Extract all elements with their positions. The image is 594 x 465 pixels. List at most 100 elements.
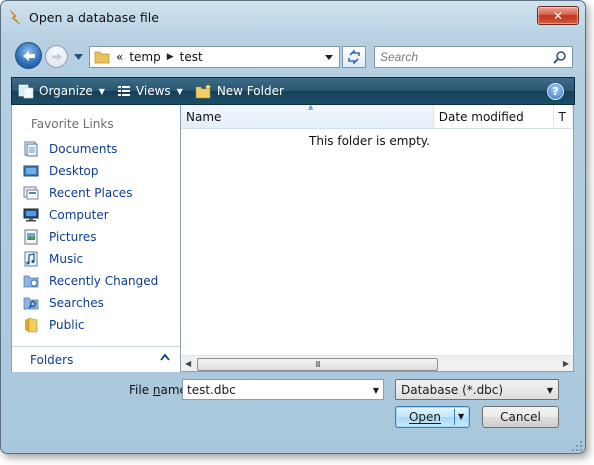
sidebar-item-desktop[interactable]: Desktop [22,160,158,182]
views-icon [117,86,130,96]
window-title: Open a database file [29,10,159,25]
navigation-row: « temp ▶ test [1,39,585,73]
search-icon [553,51,566,64]
sort-ascending-icon: ▲ [308,105,314,111]
scroll-left-icon[interactable]: ◀ [185,359,191,368]
app-bolt-icon [9,9,21,25]
search-input[interactable] [380,50,540,64]
sidebar-item-label: Searches [49,296,104,310]
command-toolbar: Organize ▼ Views ▼ New Folder ? [11,77,575,105]
sidebar-item-label: Documents [49,142,118,156]
sidebar-item-searches[interactable]: Searches [22,292,158,314]
organize-label: Organize [39,84,93,98]
chevron-down-icon: ▼ [176,86,183,96]
sidebar-item-label: Recent Places [49,186,133,200]
column-header-type[interactable]: T [554,105,573,128]
breadcrumb-test[interactable]: test [180,50,203,64]
open-label[interactable]: Open [396,410,454,424]
chevron-up-icon [160,353,170,361]
sidebar-item-pictures[interactable]: Pictures [22,226,158,248]
favorite-links-heading: Favorite Links [31,117,114,131]
sidebar-item-label: Computer [49,208,109,222]
arrow-left-icon [22,50,35,61]
file-type-value: Database (*.dbc) [401,382,504,397]
cancel-label: Cancel [500,410,541,424]
sidebar-item-label: Public [49,318,85,332]
breadcrumb-overflow[interactable]: « [116,50,123,64]
views-button[interactable]: Views ▼ [111,78,189,104]
sidebar-item-public[interactable]: Public [22,314,158,336]
new-folder-label: New Folder [216,84,284,98]
sidebar-item-documents[interactable]: Documents [22,138,158,160]
organize-icon [18,84,34,99]
chevron-down-icon[interactable]: ▼ [373,386,379,395]
scrollbar-thumb[interactable]: III [197,358,438,371]
chevron-down-icon [325,54,333,60]
pictures-icon [22,229,39,245]
sidebar-item-label: Desktop [49,164,99,178]
search-box[interactable] [374,46,573,68]
recently-changed-icon [22,273,39,289]
desktop-icon [22,163,39,179]
sidebar-item-recent-places[interactable]: Recent Places [22,182,158,204]
searches-icon [22,295,39,311]
address-dropdown[interactable] [322,50,336,64]
title-bar: Open a database file ✕ [1,1,585,35]
arrow-right-icon [51,52,62,61]
close-button[interactable]: ✕ [537,6,579,25]
documents-icon [22,141,39,157]
forward-button[interactable] [45,45,68,68]
breadcrumb-temp[interactable]: temp [129,50,160,64]
open-button[interactable]: Open ▼ [395,406,470,428]
folders-label: Folders [30,352,74,367]
refresh-icon [348,50,360,64]
new-folder-icon [195,84,211,99]
scroll-right-icon[interactable]: ▶ [563,359,569,368]
chevron-down-icon[interactable]: ▼ [458,412,464,421]
sidebar-item-label: Pictures [49,230,97,244]
help-icon: ? [552,85,559,98]
file-name-value[interactable]: test.dbc [187,383,236,397]
column-header-label: Date modified [438,109,524,124]
column-header-name[interactable]: ▲ Name [181,105,434,128]
sidebar-item-computer[interactable]: Computer [22,204,158,226]
sidebar-item-label: Recently Changed [49,274,159,288]
cancel-button[interactable]: Cancel [482,406,559,428]
new-folder-button[interactable]: New Folder [189,78,290,104]
chevron-down-icon: ▼ [546,386,553,395]
recent-pages-dropdown[interactable] [73,53,83,61]
split-divider [454,409,455,425]
column-header-label: T [558,109,566,124]
back-button[interactable] [15,42,42,69]
chevron-down-icon [73,54,83,60]
file-list[interactable]: ▲ Name Date modified T This folder is em… [181,105,574,372]
public-folder-icon [22,317,39,333]
computer-icon [22,207,39,223]
refresh-button[interactable] [342,46,366,68]
address-bar[interactable]: « temp ▶ test [89,46,340,68]
folder-icon [94,51,110,64]
column-header-date-modified[interactable]: Date modified [434,105,554,128]
file-name-input[interactable]: test.dbc ▼ [182,379,384,400]
navigation-pane: Favorite Links Documents Desktop Recent … [11,105,180,372]
sidebar-item-label: Music [49,252,84,266]
scroll-grip-icon: III [315,360,320,369]
open-file-dialog: Open a database file ✕ « temp ▶ test Sea… [0,0,586,454]
column-headers: ▲ Name Date modified T [181,105,573,129]
column-header-label: Name [186,109,222,124]
horizontal-scrollbar[interactable]: ◀ III ▶ [181,355,573,371]
music-icon [22,251,39,267]
breadcrumb-separator-icon[interactable]: ▶ [167,52,174,62]
file-type-select[interactable]: Database (*.dbc) ▼ [395,379,559,400]
sidebar-item-music[interactable]: Music [22,248,158,270]
organize-button[interactable]: Organize ▼ [12,78,111,104]
views-label: Views [135,84,171,98]
sidebar-item-recently-changed[interactable]: Recently Changed [22,270,158,292]
chevron-down-icon: ▼ [98,86,105,96]
help-button[interactable]: ? [547,83,564,100]
recent-places-icon [22,185,39,201]
favorite-links-list: Documents Desktop Recent Places Computer… [22,138,158,336]
close-icon: ✕ [552,8,564,23]
resize-grip-icon[interactable] [571,440,583,452]
folders-toggle[interactable]: Folders [12,346,180,372]
